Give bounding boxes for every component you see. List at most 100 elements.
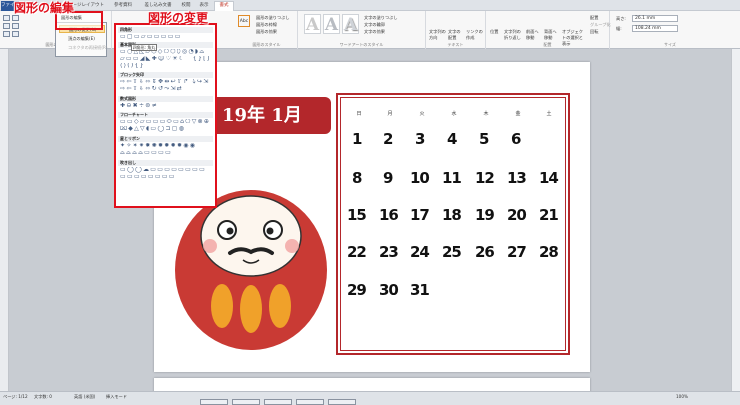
shape-row-flowchart-2[interactable]: ⌧◆△▽◖▭◯⊐▢◍ [120,126,216,132]
group-text-label: テキスト [447,42,464,47]
ribbon: 図形の挿入 テキスト ボックス 図形のスタイル Abc 図形の塗りつぶし 図形の… [0,11,740,49]
text-direction-button[interactable]: 文字列の方向 [429,29,447,41]
annotation-edit-shape: 図形の編集 [14,1,75,15]
weekday-thu: 木 [483,111,489,117]
send-backward-button[interactable]: 背面へ移動 [544,29,560,41]
shape-row-basic-2[interactable]: ▱▭▭◢◣✚☺♡☀☾⌒{}[] [120,56,216,62]
tab-format[interactable]: 書式 [214,1,234,11]
calendar-day: 22 [347,243,367,261]
weekday-sun: 日 [356,111,362,117]
shape-outline-button[interactable]: 図形の枠線 [256,22,277,28]
taskbar-button[interactable] [264,399,292,405]
shape-row-rectangles[interactable]: ▭▢▭▱▭▭▭▭▭ [120,34,216,40]
menu-item-reroute-connectors[interactable]: コネクタの再接続(R) [59,44,108,52]
shape-row-arrows-2[interactable]: ⇨⇦⇧⇩⬄↻↺⤳⇲⇄ [120,86,216,92]
rotate-button[interactable]: 回転 [590,29,598,35]
month-banner-shape[interactable]: 19年 1月 [208,97,331,134]
group-shape-style-label: 図形のスタイル [252,42,281,47]
shape-row-stars-1[interactable]: ✦✧✶✷✸✺✹✹✹✹◉◉ [120,143,216,149]
group-shape-style: 図形のスタイル Abc 図形の塗りつぶし 図形の枠線 図形の効果 [236,11,298,49]
calendar-day: 12 [475,169,495,187]
calendar-day: 28 [539,243,559,261]
shape-row-callouts-2[interactable]: ▭▭▭▭▭▭▭▭ [120,174,216,180]
taskbar-button[interactable] [328,399,356,405]
calendar-day: 19 [475,206,495,224]
status-bar: ページ: 1/12 文字数: 0 英語 (米国) 挿入モード 100% [0,391,740,405]
zoom-level[interactable]: 100% [676,394,688,399]
width-label: 幅: [616,26,622,31]
calendar-day: 29 [347,281,367,299]
calendar-day: 11 [442,169,462,187]
selection-pane-button[interactable]: オブジェクトの選択と表示 [562,29,586,47]
shape-star-icon[interactable] [3,31,10,37]
width-field[interactable]: 108.24 mm [632,25,678,32]
language-indicator[interactable]: 英語 (米国) [74,394,95,400]
shape-callout-icon[interactable] [12,31,19,37]
shape-gallery: 四角形 ▭▢▭▱▭▭▭▭▭ 基本図形 ▭○△◺▱⬡◇⬠⬡⬯◎◔◗⌓ ▱▭▭◢◣✚… [114,23,217,208]
shape-row-basic-3[interactable]: ⟨⟩(){} [120,63,216,69]
text-fill-button[interactable]: 文字の塗りつぶし [364,15,398,21]
menu-item-edit-points[interactable]: 頂点の編集(E) [59,35,95,43]
word-count[interactable]: 文字数: 0 [34,394,52,400]
shape-row-flowchart-1[interactable]: ▭▭◇▱▭▭▭⬭▭⌂⬠▽⊗⊕ [120,119,216,125]
taskbar-button[interactable] [232,399,260,405]
shape-line-icon[interactable] [3,15,10,21]
shape-row-stars-2[interactable]: ⌓⌓⌓⌓▭▭▭▭ [120,150,216,156]
shape-style-preset[interactable]: Abc [238,15,250,27]
page-count[interactable]: ページ: 1/12 [3,394,28,400]
taskbar-button[interactable] [296,399,324,405]
align-button[interactable]: 配置 [590,15,598,21]
weekday-mon: 月 [387,111,393,117]
section-rectangles: 四角形 [118,27,213,33]
vertical-ruler [0,49,9,391]
insert-mode[interactable]: 挿入モード [106,394,127,400]
calendar-day: 5 [479,130,489,148]
shape-effect-button[interactable]: 図形の効果 [256,29,277,35]
calendar-day: 13 [507,169,527,187]
shape-tooltip: 四角形: 角丸 [131,44,157,51]
annotation-change-shape: 図形の変更 [148,11,209,25]
taskbar-button[interactable] [200,399,228,405]
calendar-day: 3 [415,130,425,148]
wordart-style-1[interactable]: A [304,14,321,35]
height-field[interactable]: 26.1 mm [632,15,678,22]
tab-references[interactable]: 参考資料 [108,2,138,10]
weekday-tue: 火 [419,111,425,117]
text-align-button[interactable]: 文字の配置 [448,29,464,41]
calendar-day: 4 [447,130,457,148]
calendar-day: 10 [410,169,430,187]
group-wordart: ワードアートのスタイル A A A 文字の塗りつぶし 文字の輪郭 文字の効果 [298,11,426,49]
calendar-day: 18 [442,206,462,224]
group-size: サイズ 高さ: 26.1 mm 幅: 108.24 mm [610,11,730,49]
bring-forward-button[interactable]: 前面へ移動 [526,29,542,41]
group-arrange: 配置 位置 文字列の折り返し 前面へ移動 背面へ移動 オブジェクトの選択と表示 … [486,11,611,49]
text-effect-button[interactable]: 文字の効果 [364,29,385,35]
weekday-wed: 水 [451,111,457,117]
section-flowchart: フローチャート [118,112,213,118]
month-banner-text: 19年 1月 [222,105,302,126]
text-outline-button[interactable]: 文字の輪郭 [364,22,385,28]
position-button[interactable]: 位置 [490,29,498,35]
weekday-fri: 金 [515,111,521,117]
wrap-text-button[interactable]: 文字列の折り返し [504,29,522,41]
shape-oval-icon[interactable] [3,23,10,29]
shape-row-equation[interactable]: ✚⊖✖÷⊜≠ [120,103,216,109]
calendar-day: 24 [410,243,430,261]
calendar-day: 27 [507,243,527,261]
shape-row-callouts-1[interactable]: ▭◯◯☁▭▭▭▭▭▭▭▭ [120,167,216,173]
group-button[interactable]: グループ化 [590,22,611,28]
wordart-style-3[interactable]: A [342,14,359,35]
calendar-day: 17 [410,206,430,224]
calendar-day: 26 [475,243,495,261]
calendar-day: 9 [383,169,393,187]
group-size-label: サイズ [664,42,676,47]
shape-arrow-icon[interactable] [12,23,19,29]
wordart-style-2[interactable]: A [323,14,340,35]
create-link-button[interactable]: リンクの作成 [466,29,484,41]
calendar-day: 2 [383,130,393,148]
vertical-scrollbar[interactable] [731,49,740,391]
calendar-day: 31 [410,281,430,299]
shape-fill-button[interactable]: 図形の塗りつぶし [256,15,290,21]
section-stars-banners: 星とリボン [118,136,213,142]
shape-row-arrows-1[interactable]: ⇨⇦⇧⇩⬄⇕✥⇹↩⇧↱⤵↪⇲ [120,79,216,85]
